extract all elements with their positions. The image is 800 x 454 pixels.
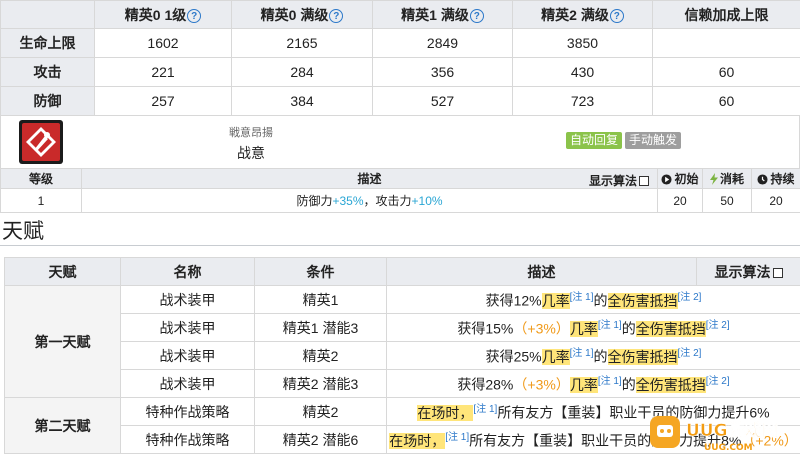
skill-col-level: 等级 bbox=[0, 168, 82, 189]
talent-desc: 获得28%（+3%）几率[注 1]的全伤害抵挡[注 2] bbox=[386, 369, 800, 398]
stats-row-hp: 生命上限 1602 2165 2849 3850 bbox=[0, 28, 800, 58]
stats-col-e0-max: 精英0 满级? bbox=[231, 0, 373, 29]
talent-col-desc: 描述 bbox=[386, 257, 697, 286]
skill-flag-icon bbox=[19, 120, 63, 164]
lightning-icon bbox=[709, 173, 718, 185]
stats-header-row: 精英0 1级? 精英0 满级? 精英1 满级? 精英2 满级? 信赖加成上限 bbox=[0, 0, 800, 29]
stats-cell: 60 bbox=[652, 86, 800, 116]
talent-col-talent: 天赋 bbox=[4, 257, 121, 286]
stats-cell: 60 bbox=[652, 57, 800, 87]
stats-cell bbox=[652, 28, 800, 58]
skill-header-row: 等级 描述 显示算法 初始 消耗 持续 bbox=[0, 168, 800, 189]
help-icon[interactable]: ? bbox=[609, 8, 624, 23]
talent-cond: 精英2 bbox=[254, 341, 387, 370]
tag-auto-recovery: 自动回复 bbox=[566, 132, 623, 149]
skill-col-initial: 初始 bbox=[657, 168, 703, 189]
talent-desc: 获得25%几率[注 1]的全伤害抵挡[注 2] bbox=[386, 341, 800, 370]
stats-cell: 384 bbox=[231, 86, 373, 116]
section-title: 天赋 bbox=[2, 219, 44, 243]
talent-col-name: 名称 bbox=[120, 257, 255, 286]
talent-header-row: 天赋 名称 条件 描述 显示算法 bbox=[4, 257, 800, 286]
play-icon bbox=[661, 174, 673, 185]
talent-col-algo[interactable]: 显示算法 bbox=[696, 257, 800, 286]
talent-cond: 精英2 潜能3 bbox=[254, 369, 387, 398]
stats-cell: 3850 bbox=[512, 28, 653, 58]
stats-cell: 527 bbox=[372, 86, 513, 116]
talent-row: 战术装甲 精英2 潜能3 获得28%（+3%）几率[注 1]的全伤害抵挡[注 2… bbox=[5, 369, 800, 398]
talent-name: 战术装甲 bbox=[120, 285, 255, 314]
talent-name: 特种作战策略 bbox=[120, 425, 255, 454]
stats-col-trust: 信赖加成上限 bbox=[652, 0, 800, 29]
talent-col-cond: 条件 bbox=[254, 257, 387, 286]
stats-cell: 221 bbox=[94, 57, 232, 87]
talent-group-label: 第一天赋 bbox=[4, 285, 121, 398]
skill-cost: 50 bbox=[702, 188, 752, 213]
stats-cell: 723 bbox=[512, 86, 653, 116]
skill-name: 战意 bbox=[237, 145, 265, 161]
talent-group-label: 第二天赋 bbox=[4, 397, 121, 454]
svg-text:UUG游戏网: UUG游戏网 bbox=[686, 420, 779, 441]
stats-col-e1-max: 精英1 满级? bbox=[372, 0, 513, 29]
skill-subtitle: 戦意昂揚 bbox=[229, 127, 273, 139]
help-icon[interactable]: ? bbox=[469, 8, 484, 23]
stats-corner bbox=[0, 0, 95, 29]
talent-name: 特种作战策略 bbox=[120, 397, 255, 426]
stats-cell: 2849 bbox=[372, 28, 513, 58]
skill-col-cost: 消耗 bbox=[702, 168, 752, 189]
skill-panel: 戦意昂揚 战意 自动回复 手动触发 bbox=[0, 115, 800, 168]
talent-name: 战术装甲 bbox=[120, 341, 255, 370]
skill-row: 1 防御力+35%，攻击力+10% 20 50 20 bbox=[0, 188, 800, 213]
talent-row: 第一天赋 战术装甲 精英1 获得12%几率[注 1]的全伤害抵挡[注 2] bbox=[4, 285, 800, 398]
section-divider bbox=[0, 245, 800, 246]
stats-table: 精英0 1级? 精英0 满级? 精英1 满级? 精英2 满级? 信赖加成上限 生… bbox=[0, 0, 800, 116]
stats-row-label: 攻击 bbox=[0, 57, 95, 87]
talent-desc: 获得12%几率[注 1]的全伤害抵挡[注 2] bbox=[386, 285, 800, 314]
talent-cond: 精英1 bbox=[254, 285, 387, 314]
tag-manual-trigger: 手动触发 bbox=[625, 132, 682, 149]
skill-table: 等级 描述 显示算法 初始 消耗 持续 1 防御力+35%，攻击力+10% 20… bbox=[0, 168, 800, 213]
skill-col-desc: 描述 显示算法 bbox=[81, 168, 658, 189]
talent-cond: 精英2 潜能6 bbox=[254, 425, 387, 454]
talent-name: 战术装甲 bbox=[120, 313, 255, 342]
stats-cell: 1602 bbox=[94, 28, 232, 58]
stats-cell: 430 bbox=[512, 57, 653, 87]
talent-cond: 精英1 潜能3 bbox=[254, 313, 387, 342]
talent-cond: 精英2 bbox=[254, 397, 387, 426]
skill-level: 1 bbox=[0, 188, 82, 213]
stats-row-label: 防御 bbox=[0, 86, 95, 116]
skill-desc: 防御力+35%，攻击力+10% bbox=[81, 188, 658, 213]
skill-initial: 20 bbox=[657, 188, 703, 213]
stats-cell: 2165 bbox=[231, 28, 373, 58]
help-icon[interactable]: ? bbox=[187, 8, 202, 23]
show-algo-checkbox[interactable] bbox=[772, 267, 783, 278]
talent-name: 战术装甲 bbox=[120, 369, 255, 398]
stats-row-label: 生命上限 bbox=[0, 28, 95, 58]
talent-desc: 获得15%（+3%）几率[注 1]的全伤害抵挡[注 2] bbox=[386, 313, 800, 342]
stats-cell: 257 bbox=[94, 86, 232, 116]
talent-row: 战术装甲 精英2 获得25%几率[注 1]的全伤害抵挡[注 2] bbox=[5, 341, 800, 370]
stats-row-def: 防御 257 384 527 723 60 bbox=[0, 86, 800, 116]
show-algo-checkbox[interactable] bbox=[639, 176, 649, 186]
stats-cell: 356 bbox=[372, 57, 513, 87]
svg-text:UUG.COM: UUG.COM bbox=[704, 443, 753, 453]
help-icon[interactable]: ? bbox=[329, 8, 344, 23]
stats-col-e2-max: 精英2 满级? bbox=[512, 0, 653, 29]
show-algo-toggle[interactable]: 显示算法 bbox=[589, 172, 649, 189]
stats-col-e0-1: 精英0 1级? bbox=[94, 0, 232, 29]
clock-icon bbox=[757, 174, 769, 185]
stats-cell: 284 bbox=[231, 57, 373, 87]
site-watermark-logo: UUG游戏网 UUG.COM bbox=[646, 410, 800, 454]
skill-col-duration: 持续 bbox=[751, 168, 800, 189]
stats-row-atk: 攻击 221 284 356 430 60 bbox=[0, 57, 800, 87]
talent-row: 战术装甲 精英1 潜能3 获得15%（+3%）几率[注 1]的全伤害抵挡[注 2… bbox=[5, 313, 800, 342]
skill-duration: 20 bbox=[751, 188, 800, 213]
